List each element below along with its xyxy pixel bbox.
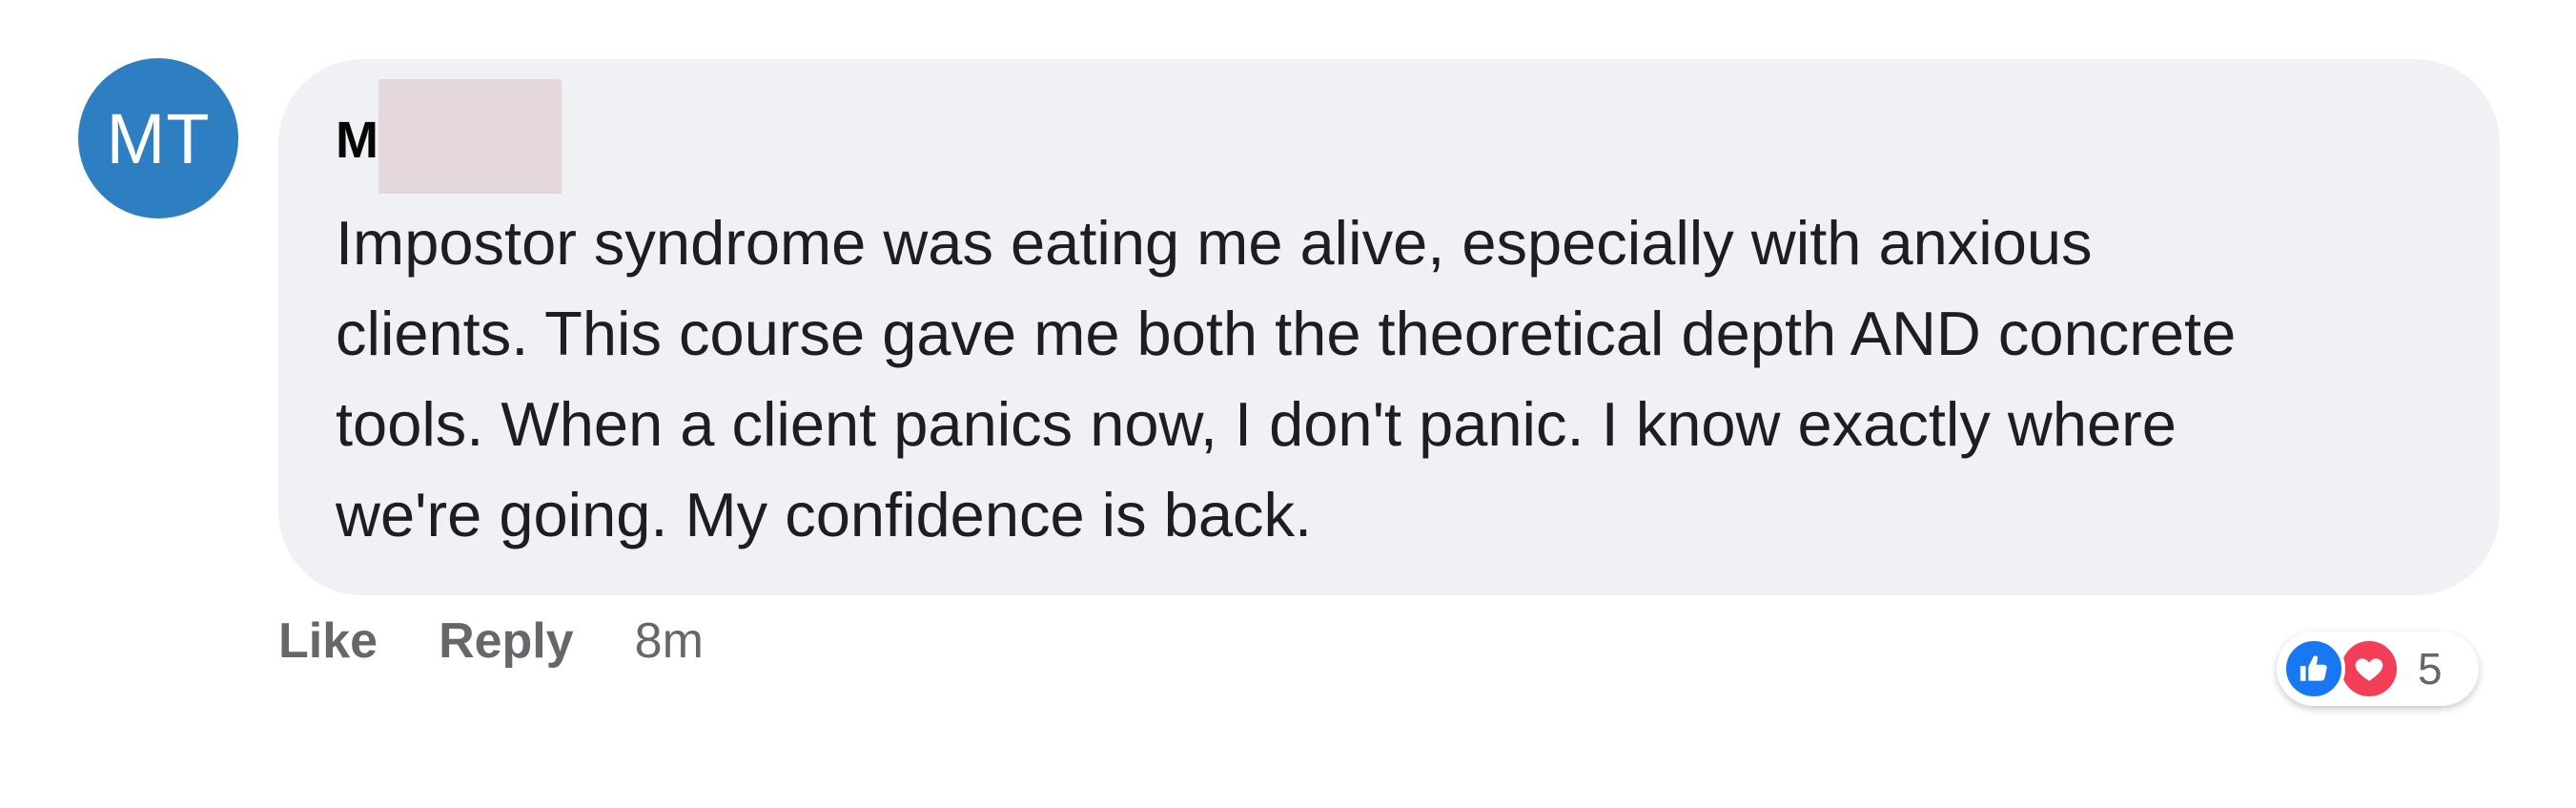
redacted-name-block	[378, 79, 562, 194]
comment-bubble: M Impostor syndrome was eating me alive,…	[278, 59, 2500, 595]
comment-text: Impostor syndrome was eating me alive, e…	[336, 208, 2237, 549]
avatar-initials: MT	[106, 98, 211, 178]
heart-icon	[2338, 637, 2401, 700]
comment-author[interactable]: M	[336, 79, 562, 194]
comment-timestamp[interactable]: 8m	[635, 612, 704, 670]
reply-button[interactable]: Reply	[439, 612, 574, 670]
author-name[interactable]: M	[336, 111, 378, 170]
reaction-count: 5	[2418, 644, 2443, 694]
reactions-summary[interactable]: 5	[2277, 632, 2479, 706]
like-button[interactable]: Like	[278, 612, 378, 670]
avatar[interactable]: MT	[78, 58, 238, 218]
comment-actions: Like Reply 8m	[278, 612, 704, 670]
thumbs-up-icon	[2282, 637, 2345, 700]
